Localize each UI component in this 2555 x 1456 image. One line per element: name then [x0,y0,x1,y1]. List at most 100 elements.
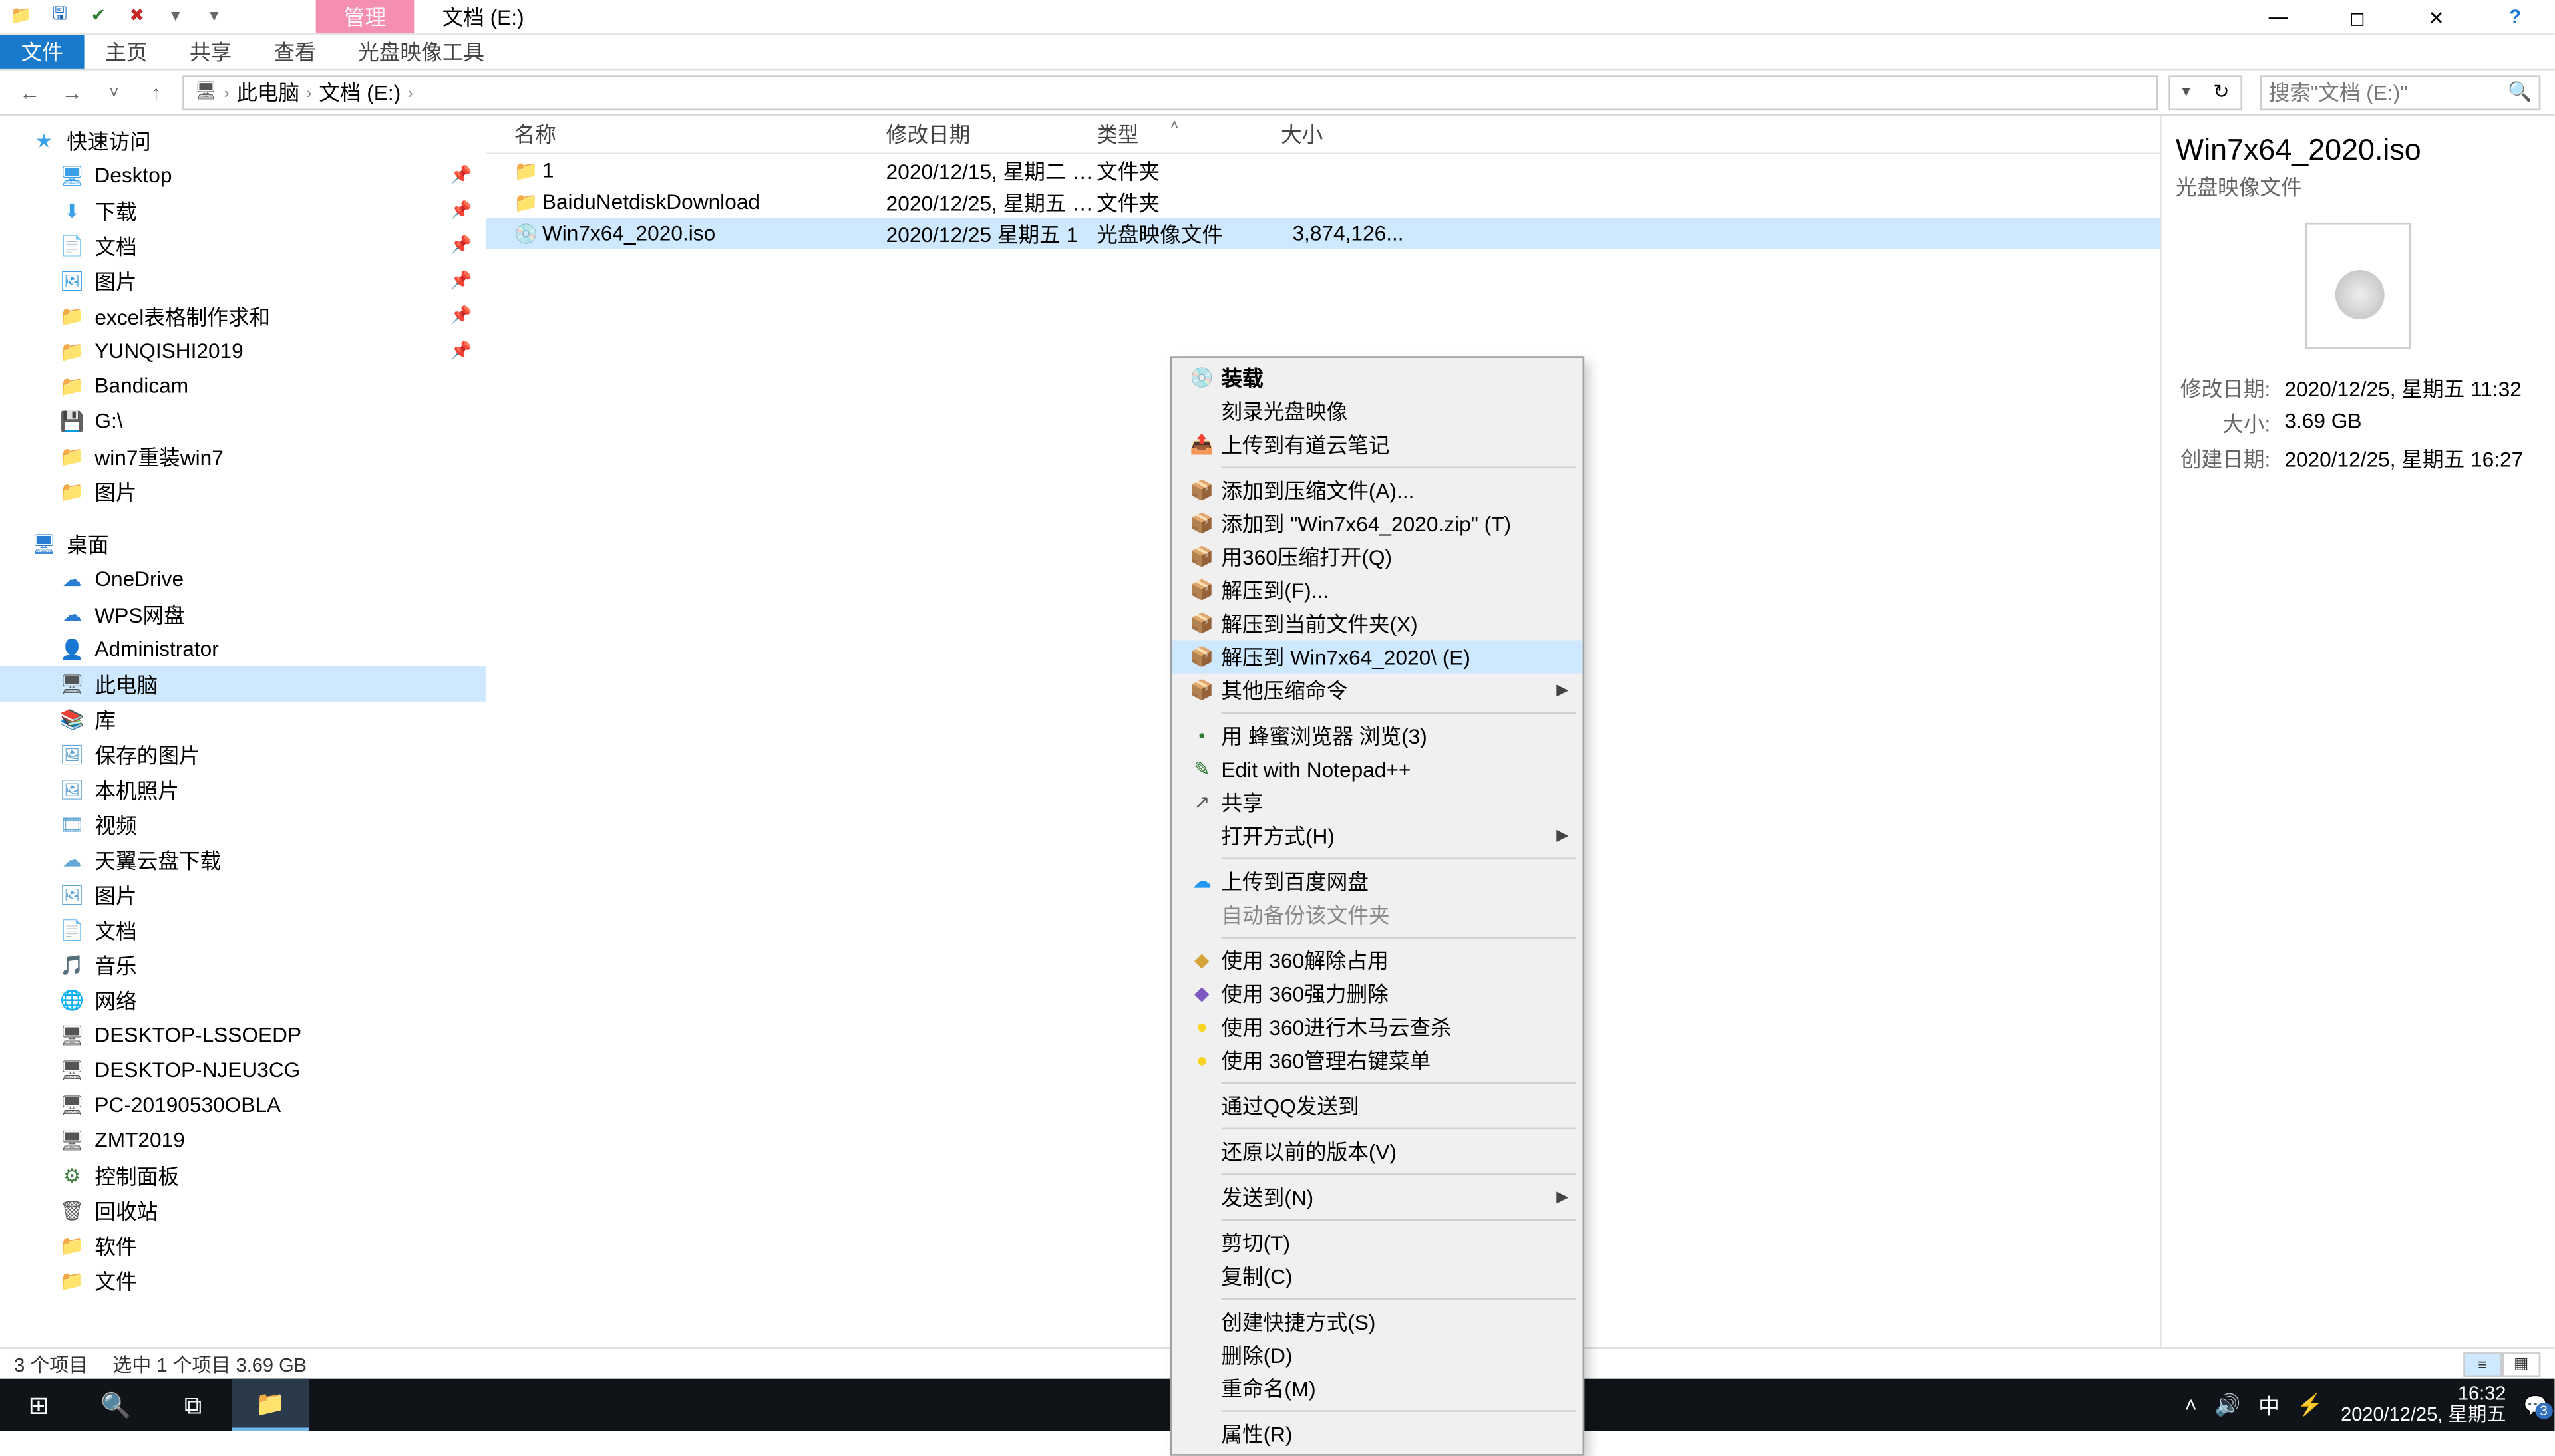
context-menu-item[interactable]: ◆使用 360解除占用 [1172,944,1583,977]
context-menu-item[interactable]: 属性(R) [1172,1417,1583,1451]
context-menu-item[interactable]: ☁上传到百度网盘 [1172,865,1583,898]
taskbar-taskview-button[interactable]: ⧉ [154,1379,232,1431]
search-input[interactable]: 搜索"文档 (E:)" 🔍 [2260,74,2540,110]
refresh-button[interactable]: ↻ [2202,80,2240,103]
tree-item[interactable]: 🌐网络 [0,982,486,1018]
tree-item[interactable]: 🖥此电脑 [0,666,486,702]
tree-item[interactable]: 📁文件 [0,1263,486,1298]
tree-item[interactable]: 🖥Desktop📌 [0,158,486,193]
context-menu-item[interactable]: 📦用360压缩打开(Q) [1172,540,1583,573]
tree-item[interactable]: ☁天翼云盘下载 [0,842,486,877]
tree-item[interactable]: ⚙控制面板 [0,1157,486,1193]
tree-item[interactable]: 🖼图片📌 [0,263,486,299]
tree-item[interactable]: 🖥PC-20190530OBLA [0,1088,486,1123]
context-menu-item[interactable]: 还原以前的版本(V) [1172,1135,1583,1168]
tree-item[interactable]: 📚库 [0,702,486,737]
tree-item[interactable]: 🖥ZMT2019 [0,1123,486,1158]
file-list[interactable]: ˄ 名称 修改日期 类型 大小 📁12020/12/15, 星期二 1...文件… [486,116,2160,1347]
col-size[interactable]: 大小 [1281,119,1404,149]
maximize-button[interactable]: ◻ [2317,0,2397,35]
tree-item[interactable]: ☁OneDrive [0,561,486,597]
context-menu-item[interactable]: 打开方式(H)▶ [1172,819,1583,852]
nav-tree[interactable]: ★快速访问🖥Desktop📌⬇下载📌📄文档📌🖼图片📌📁excel表格制作求和📌📁… [0,116,486,1347]
tray-chevron-icon[interactable]: ˄ [2185,1393,2198,1417]
context-menu-item[interactable]: 创建快捷方式(S) [1172,1305,1583,1338]
tree-item[interactable]: 📁win7重装win7 [0,438,486,474]
context-menu-item[interactable]: 📦其他压缩命令▶ [1172,674,1583,707]
context-menu-item[interactable]: 重命名(M) [1172,1372,1583,1405]
context-menu-item[interactable]: 剪切(T) [1172,1226,1583,1259]
context-menu-item[interactable]: 📦添加到压缩文件(A)... [1172,474,1583,507]
context-menu-item[interactable]: 📤上传到有道云笔记 [1172,428,1583,461]
tree-item[interactable]: 🎵音乐 [0,947,486,982]
context-menu-item[interactable]: 📦解压到 Win7x64_2020\ (E) [1172,641,1583,674]
context-menu-item[interactable]: 发送到(N)▶ [1172,1181,1583,1214]
tree-item[interactable]: 💾G:\ [0,404,486,439]
tray-volume-icon[interactable]: 🔊 [2214,1393,2240,1417]
tree-item[interactable]: 🖥DESKTOP-NJEU3CG [0,1052,486,1088]
context-menu-item[interactable]: ●使用 360进行木马云查杀 [1172,1010,1583,1044]
tree-item[interactable]: 📁软件 [0,1228,486,1263]
context-menu-item[interactable]: 📦解压到(F)... [1172,573,1583,607]
qat-dropdown[interactable]: ▾ [162,3,190,31]
nav-history-dropdown[interactable]: ˅ [98,83,130,100]
qat-delete[interactable]: ✖ [123,3,151,31]
tree-item[interactable]: ☁WPS网盘 [0,597,486,632]
file-row[interactable]: 💿Win7x64_2020.iso2020/12/25 星期五 1光盘映像文件3… [486,218,2160,249]
nav-forward[interactable]: → [56,80,87,104]
tree-item[interactable]: 🖼本机照片 [0,772,486,807]
taskbar-explorer-button[interactable]: 📁 [232,1379,309,1431]
context-menu-item[interactable]: 刻录光盘映像 [1172,394,1583,428]
view-details-button[interactable]: ≡ [2463,1352,2502,1376]
help-button[interactable]: ? [2476,0,2555,35]
tree-item[interactable]: 🖼保存的图片 [0,737,486,772]
tree-quickaccess[interactable]: ★快速访问 [0,123,486,158]
context-menu-item[interactable]: 📦添加到 "Win7x64_2020.zip" (T) [1172,507,1583,540]
context-menu-item[interactable]: 删除(D) [1172,1338,1583,1372]
ribbon-tab-home[interactable]: 主页 [85,35,169,69]
tree-item[interactable]: ⬇下载📌 [0,193,486,228]
tree-item[interactable]: 🖥DESKTOP-LSSOEDP [0,1017,486,1052]
close-button[interactable]: ✕ [2397,0,2476,35]
context-menu-item[interactable]: 💿装载 [1172,361,1583,394]
tree-desktop[interactable]: 🖥桌面 [0,526,486,561]
qat-check[interactable]: ✔ [85,3,112,31]
view-large-button[interactable]: ▦ [2502,1352,2540,1376]
ribbon-tab-share[interactable]: 共享 [168,35,253,69]
tree-item[interactable]: 🖼图片 [0,877,486,913]
qat-more[interactable]: ▾ [200,3,228,31]
breadcrumb[interactable]: 🖥 › 此电脑 › 文档 (E:) › [182,74,2158,110]
file-row[interactable]: 📁12020/12/15, 星期二 1...文件夹 [486,154,2160,186]
context-menu-item[interactable]: 通过QQ发送到 [1172,1090,1583,1123]
crumb-thispc[interactable]: 此电脑 [236,77,299,107]
tree-item[interactable]: 📁Bandicam [0,368,486,404]
tree-item[interactable]: 📁YUNQISHI2019📌 [0,333,486,368]
crumb-drive[interactable]: 文档 (E:) [319,77,401,107]
context-menu-item[interactable]: •用 蜂蜜浏览器 浏览(3) [1172,719,1583,752]
ribbon-tab-isotools[interactable]: 光盘映像工具 [337,35,505,69]
ribbon-file[interactable]: 文件 [0,35,85,69]
col-name[interactable]: 名称 [486,119,886,149]
taskbar-start-button[interactable]: ⊞ [0,1379,77,1431]
tree-item[interactable]: 🎞视频 [0,807,486,842]
folder-icon[interactable]: 📁 [7,3,35,31]
notification-button[interactable]: 💬 3 [2524,1393,2548,1416]
context-menu-item[interactable]: ↗共享 [1172,786,1583,819]
minimize-button[interactable]: — [2239,0,2318,35]
context-menu-item[interactable]: 📦解压到当前文件夹(X) [1172,607,1583,640]
qat-save[interactable]: 🖫 [46,3,74,31]
column-headers[interactable]: ˄ 名称 修改日期 类型 大小 [486,116,2160,154]
col-date[interactable]: 修改日期 [886,119,1097,149]
taskbar-search-button[interactable]: 🔍 [77,1379,154,1431]
nav-back[interactable]: ← [14,80,45,104]
tree-item[interactable]: 📁excel表格制作求和📌 [0,298,486,333]
tray-power-icon[interactable]: ⚡ [2297,1393,2323,1417]
tree-item[interactable]: 🗑回收站 [0,1193,486,1228]
nav-up[interactable]: ↑ [140,80,172,104]
context-menu-item[interactable]: ✎Edit with Notepad++ [1172,752,1583,786]
context-menu-item[interactable]: ◆使用 360强力删除 [1172,977,1583,1010]
context-menu-item[interactable]: 复制(C) [1172,1259,1583,1292]
contextual-tab[interactable]: 管理 [316,0,415,33]
tree-item[interactable]: 📄文档 [0,912,486,947]
tree-item[interactable]: 👤Administrator [0,631,486,666]
